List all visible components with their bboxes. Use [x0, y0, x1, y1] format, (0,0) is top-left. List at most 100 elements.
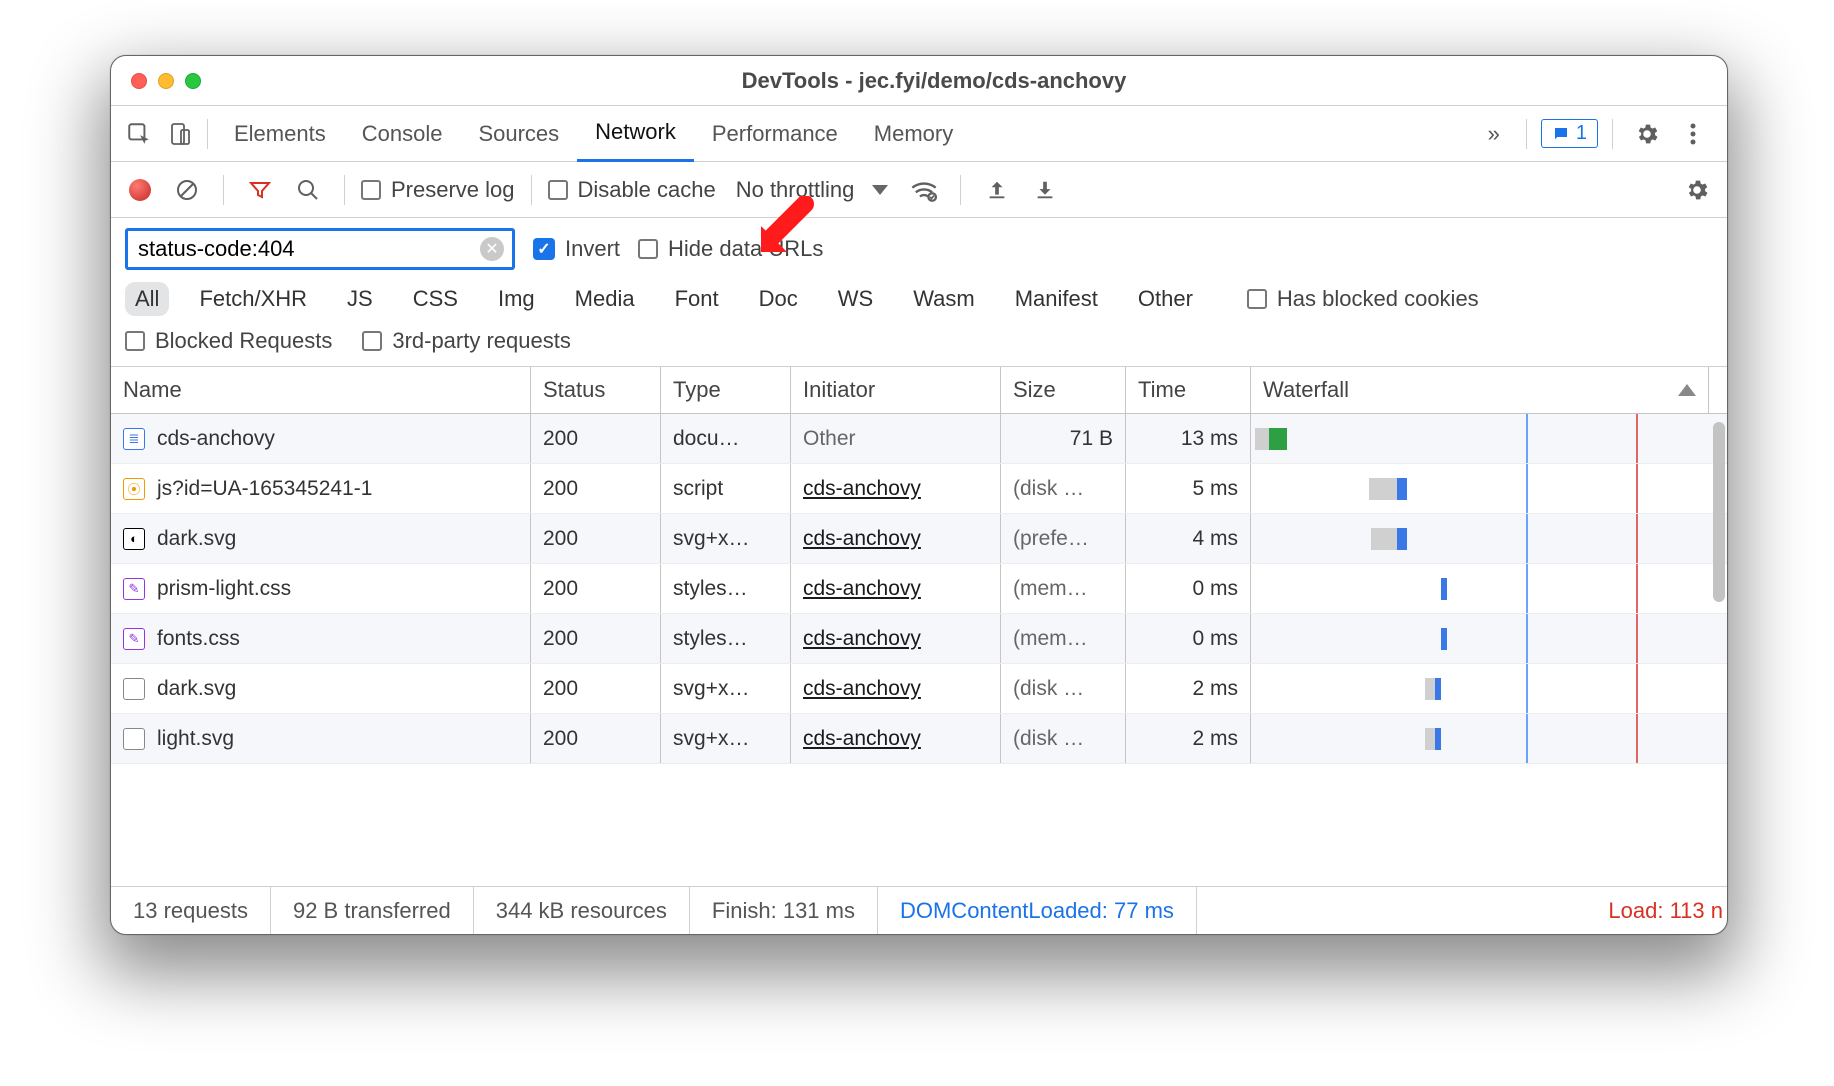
kebab-menu-icon[interactable] [1673, 114, 1713, 154]
type-filter-other[interactable]: Other [1128, 282, 1203, 316]
file-type-icon: ◐ [123, 528, 145, 550]
type-filter-js[interactable]: JS [337, 282, 383, 316]
extra-filters: Blocked Requests 3rd-party requests [111, 322, 1727, 367]
tab-memory[interactable]: Memory [856, 106, 971, 162]
col-status[interactable]: Status [531, 367, 661, 413]
filter-bar: ✕ ✓ Invert Hide data URLs [111, 218, 1727, 276]
tab-network[interactable]: Network [577, 106, 694, 162]
status-transferred: 92 B transferred [271, 887, 474, 934]
cell-name: ⦿js?id=UA-165345241-1 [111, 464, 531, 513]
status-finish: Finish: 131 ms [690, 887, 878, 934]
type-filter-manifest[interactable]: Manifest [1005, 282, 1108, 316]
download-har-icon[interactable] [1025, 170, 1065, 210]
tab-elements[interactable]: Elements [216, 106, 344, 162]
table-row[interactable]: ✎prism-light.css200styles…cds-anchovy(me… [111, 564, 1727, 614]
row-gutter [1709, 714, 1727, 763]
col-initiator[interactable]: Initiator [791, 367, 1001, 413]
preserve-log-checkbox[interactable]: Preserve log [361, 177, 515, 203]
cell-status: 200 [531, 514, 661, 563]
zoom-window-button[interactable] [185, 73, 201, 89]
cell-initiator[interactable]: cds-anchovy [791, 714, 1001, 763]
row-gutter [1709, 664, 1727, 713]
type-filter-img[interactable]: Img [488, 282, 545, 316]
cell-status: 200 [531, 664, 661, 713]
table-row[interactable]: ✎fonts.css200styles…cds-anchovy(mem…0 ms [111, 614, 1727, 664]
status-dcl: DOMContentLoaded: 77 ms [878, 887, 1197, 934]
settings-icon[interactable] [1627, 114, 1667, 154]
cell-initiator: Other [791, 414, 1001, 463]
titlebar: DevTools - jec.fyi/demo/cds-anchovy [111, 56, 1727, 106]
device-toolbar-icon[interactable] [159, 114, 199, 154]
tab-console[interactable]: Console [344, 106, 461, 162]
filter-input[interactable] [136, 235, 480, 263]
type-filter-wasm[interactable]: Wasm [903, 282, 985, 316]
upload-har-icon[interactable] [977, 170, 1017, 210]
table-row[interactable]: light.svg200svg+x…cds-anchovy(disk …2 ms [111, 714, 1727, 764]
type-filter-media[interactable]: Media [565, 282, 645, 316]
cell-name: ≣cds-anchovy [111, 414, 531, 463]
col-waterfall[interactable]: Waterfall [1251, 367, 1709, 413]
inspect-element-icon[interactable] [119, 114, 159, 154]
col-size[interactable]: Size [1001, 367, 1126, 413]
sort-asc-icon [1678, 384, 1696, 396]
filter-icon[interactable] [240, 170, 280, 210]
col-time[interactable]: Time [1126, 367, 1251, 413]
issues-badge[interactable]: 1 [1541, 119, 1598, 148]
table-row[interactable]: dark.svg200svg+x…cds-anchovy(disk …2 ms [111, 664, 1727, 714]
panel-tabs: ElementsConsoleSourcesNetworkPerformance… [111, 106, 1727, 162]
tab-performance[interactable]: Performance [694, 106, 856, 162]
separator [960, 175, 961, 205]
status-requests: 13 requests [111, 887, 271, 934]
cell-waterfall [1251, 414, 1709, 463]
cell-initiator[interactable]: cds-anchovy [791, 464, 1001, 513]
cell-type: svg+x… [661, 714, 791, 763]
clear-icon[interactable] [167, 170, 207, 210]
network-settings-icon[interactable] [1677, 170, 1717, 210]
type-filter-font[interactable]: Font [665, 282, 729, 316]
hide-data-urls-checkbox[interactable]: Hide data URLs [638, 236, 823, 262]
cell-initiator[interactable]: cds-anchovy [791, 664, 1001, 713]
clear-input-icon[interactable]: ✕ [480, 237, 504, 261]
invert-checkbox[interactable]: ✓ Invert [533, 236, 620, 262]
traffic-lights [111, 73, 221, 89]
has-blocked-cookies-checkbox[interactable]: Has blocked cookies [1247, 286, 1479, 312]
cell-size: (prefe… [1001, 514, 1126, 563]
close-window-button[interactable] [131, 73, 147, 89]
resource-type-filters: All Fetch/XHR JS CSS Img Media Font Doc WS Wasm Ma… [111, 276, 1727, 322]
type-filter-doc[interactable]: Doc [749, 282, 808, 316]
table-row[interactable]: ◐dark.svg200svg+x…cds-anchovy(prefe…4 ms [111, 514, 1727, 564]
tab-sources[interactable]: Sources [460, 106, 577, 162]
disable-cache-checkbox[interactable]: Disable cache [548, 177, 716, 203]
file-type-icon [123, 678, 145, 700]
minimize-window-button[interactable] [158, 73, 174, 89]
file-type-icon [123, 728, 145, 750]
cell-type: svg+x… [661, 514, 791, 563]
cell-type: script [661, 464, 791, 513]
type-filter-css[interactable]: CSS [403, 282, 468, 316]
cell-name: light.svg [111, 714, 531, 763]
type-filter-ws[interactable]: WS [828, 282, 883, 316]
cell-initiator[interactable]: cds-anchovy [791, 564, 1001, 613]
third-party-checkbox[interactable]: 3rd-party requests [362, 328, 571, 354]
cell-initiator[interactable]: cds-anchovy [791, 514, 1001, 563]
search-icon[interactable] [288, 170, 328, 210]
blocked-requests-checkbox[interactable]: Blocked Requests [125, 328, 332, 354]
table-row[interactable]: ⦿js?id=UA-165345241-1200scriptcds-anchov… [111, 464, 1727, 514]
network-conditions-icon[interactable] [904, 170, 944, 210]
type-filter-all[interactable]: All [125, 282, 169, 316]
table-header: Name Status Type Initiator Size Time Wat… [111, 367, 1727, 414]
col-name[interactable]: Name [111, 367, 531, 413]
table-row[interactable]: ≣cds-anchovy200docu…Other71 B13 ms [111, 414, 1727, 464]
col-type[interactable]: Type [661, 367, 791, 413]
issues-count: 1 [1576, 122, 1587, 145]
record-button[interactable] [129, 179, 151, 201]
cell-waterfall [1251, 514, 1709, 563]
throttling-select[interactable]: No throttling [736, 177, 889, 203]
status-resources: 344 kB resources [474, 887, 690, 934]
more-panels-button[interactable]: » [1476, 106, 1512, 162]
cell-initiator[interactable]: cds-anchovy [791, 614, 1001, 663]
scrollbar-thumb[interactable] [1713, 422, 1725, 602]
separator [1526, 119, 1527, 149]
cell-time: 2 ms [1126, 714, 1251, 763]
type-filter-fetchxhr[interactable]: Fetch/XHR [189, 282, 317, 316]
